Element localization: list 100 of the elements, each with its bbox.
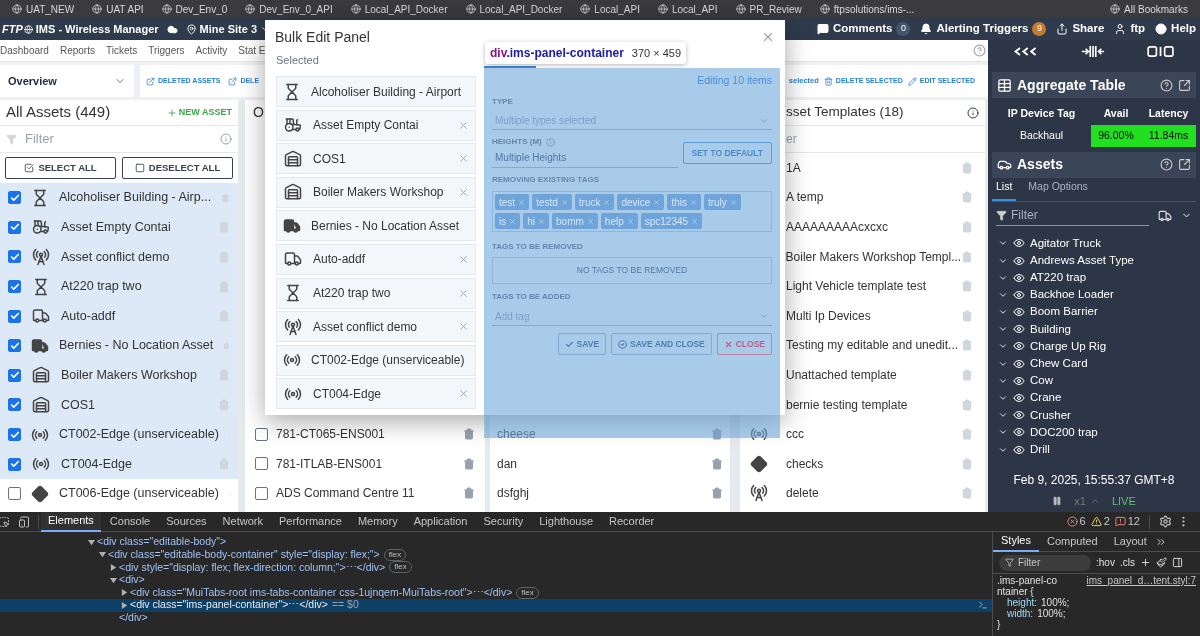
checkbox[interactable] [255,457,268,471]
eye-icon[interactable] [1013,392,1025,405]
info-icon[interactable] [967,106,979,119]
nav-link[interactable]: Reports [59,43,95,58]
view-select[interactable]: Overview [0,65,134,97]
eye-icon[interactable] [1013,443,1025,456]
external-link-icon[interactable] [1178,78,1191,92]
header-link[interactable]: Share [1072,20,1105,38]
devtools-tab[interactable]: Computed [1038,531,1106,552]
devtools-tab[interactable]: Security [476,511,531,532]
devtools-tab[interactable]: Application [406,511,475,532]
header-link[interactable]: Comments [832,20,893,38]
devtools-tab[interactable]: Network [215,511,270,532]
asset-row[interactable]: Alcoholiser Building - Airp... [0,183,238,213]
asset-row[interactable]: COS1 [0,390,238,420]
class-toggle[interactable]: .cls [1119,555,1135,570]
tab[interactable]: List [992,179,1017,201]
dom-node[interactable]: <div class="MuiTabs-root ims-tabs-container css-1ujnqem-MuiTabs-root">⋯</div> flex [0,586,992,599]
checkbox[interactable] [8,339,21,353]
header-link[interactable]: Alerting Triggers [936,20,1029,38]
bookmark-link[interactable]: PR_Review [749,1,802,17]
checkbox[interactable] [255,427,268,441]
eye-icon[interactable] [1013,426,1025,439]
device-icon[interactable] [18,515,30,528]
eye-icon[interactable] [1013,340,1025,353]
pause-icon[interactable] [1052,496,1063,506]
collapsed-triangle-icon[interactable] [110,564,117,571]
bookmark-link[interactable]: Local_API [594,1,640,17]
devtools-tab[interactable]: Styles [993,531,1039,552]
eye-icon[interactable] [1013,409,1025,422]
asset-row[interactable]: Bernies - No Location Asset [0,330,238,361]
devtools-tab[interactable]: Recorder [602,511,662,532]
dom-node[interactable]: <div class="editable-body"> [0,536,992,549]
bookmark-link[interactable]: UAT_NEW [26,1,75,17]
asset-row[interactable]: Asset Empty Contai [0,212,238,243]
checkbox[interactable] [8,220,21,234]
site-selector[interactable]: Mine Site 3 [199,20,258,38]
collapsed-triangle-icon[interactable] [121,589,128,597]
resize-icon[interactable] [1081,44,1105,58]
checkbox[interactable] [255,486,268,500]
asset-row[interactable]: Auto-addf [0,301,238,331]
eye-icon[interactable] [1013,288,1025,301]
devtools-tab[interactable]: Sources [159,511,214,532]
nav-link[interactable]: Dashboard [0,43,49,58]
bookmark-link[interactable]: Dev_Env_0_API [259,1,333,17]
bookmark-link[interactable]: Dev_Env_0 [175,1,228,17]
bookmark-link[interactable]: Local_API_Docker [479,1,563,17]
eye-icon[interactable] [1013,323,1025,336]
checkbox[interactable] [8,191,21,205]
settings-icon[interactable] [1159,515,1172,528]
expanded-triangle-icon[interactable] [99,551,106,559]
brush-icon[interactable] [1155,557,1167,568]
filter-field[interactable]: Filter [996,205,1149,226]
hover-toggle[interactable]: :hov [1096,555,1115,570]
dom-node[interactable]: <div style="display: flex; flex-direction: column;">⋯</div> flex [0,561,992,574]
deselect-all-button[interactable]: DESELECT ALL [122,157,233,179]
nav-link[interactable]: Stat E [238,43,266,58]
asset-row[interactable]: Boiler Makers Workshop [0,360,238,391]
checkbox[interactable] [8,457,21,471]
bookmark-link[interactable]: Local_API_Docker [364,1,448,17]
truck-icon[interactable] [1157,208,1173,223]
asset-row[interactable]: Asset conflict demo [0,242,238,272]
devtools-tab[interactable]: Performance [271,511,349,532]
external-link-icon[interactable] [1178,158,1191,172]
checkbox[interactable] [8,250,21,264]
bookmark-link[interactable]: Local_API [671,1,718,17]
bookmark-link[interactable]: All Bookmarks [1124,1,1188,17]
select-all-button[interactable]: SELECT ALL [5,157,116,179]
layout-icon[interactable] [1147,45,1175,57]
eye-icon[interactable] [1013,306,1025,319]
devtools-tab[interactable]: Layout [1105,531,1155,552]
eye-icon[interactable] [1013,357,1025,370]
devtools-tab[interactable]: Memory [350,511,405,532]
checkbox[interactable] [8,428,21,442]
collapsed-triangle-icon[interactable] [121,601,128,609]
console-icon[interactable] [978,600,988,611]
checkbox[interactable] [8,398,21,412]
asset-row[interactable]: CT004-Edge [0,449,238,479]
expanded-triangle-icon[interactable] [88,538,95,546]
devtools-tab[interactable]: Console [102,511,158,532]
eye-icon[interactable] [1013,237,1025,250]
header-link[interactable]: ftp [1130,20,1146,38]
inspect-icon[interactable] [0,515,10,528]
dom-node[interactable]: <div class="editable-body-container" style="display: flex;"> flex [0,548,992,562]
nav-link[interactable]: Triggers [148,43,185,58]
source-link[interactable]: ims_panel_d…tent.styl:7 [1086,575,1196,586]
dom-node[interactable]: <div> [0,573,992,587]
asset-row[interactable]: CT002-Edge (unserviceable) [0,419,238,450]
devtools-tab[interactable]: Lighthouse [532,511,601,532]
header-link[interactable]: Help [1171,20,1196,38]
eye-icon[interactable] [1013,374,1025,387]
sidebar-icon[interactable] [1171,557,1183,568]
dom-node[interactable]: <div class="ims-panel-container">⋯</div> == $0 [0,598,992,612]
checkbox[interactable] [8,487,21,501]
nav-link[interactable]: Activity [195,43,228,58]
collapse-left-icon[interactable] [1013,45,1039,57]
plus-icon[interactable] [1139,557,1151,568]
asset-row[interactable]: At220 trap two [0,271,238,302]
eye-icon[interactable] [1013,271,1025,284]
close-icon[interactable] [761,30,775,44]
